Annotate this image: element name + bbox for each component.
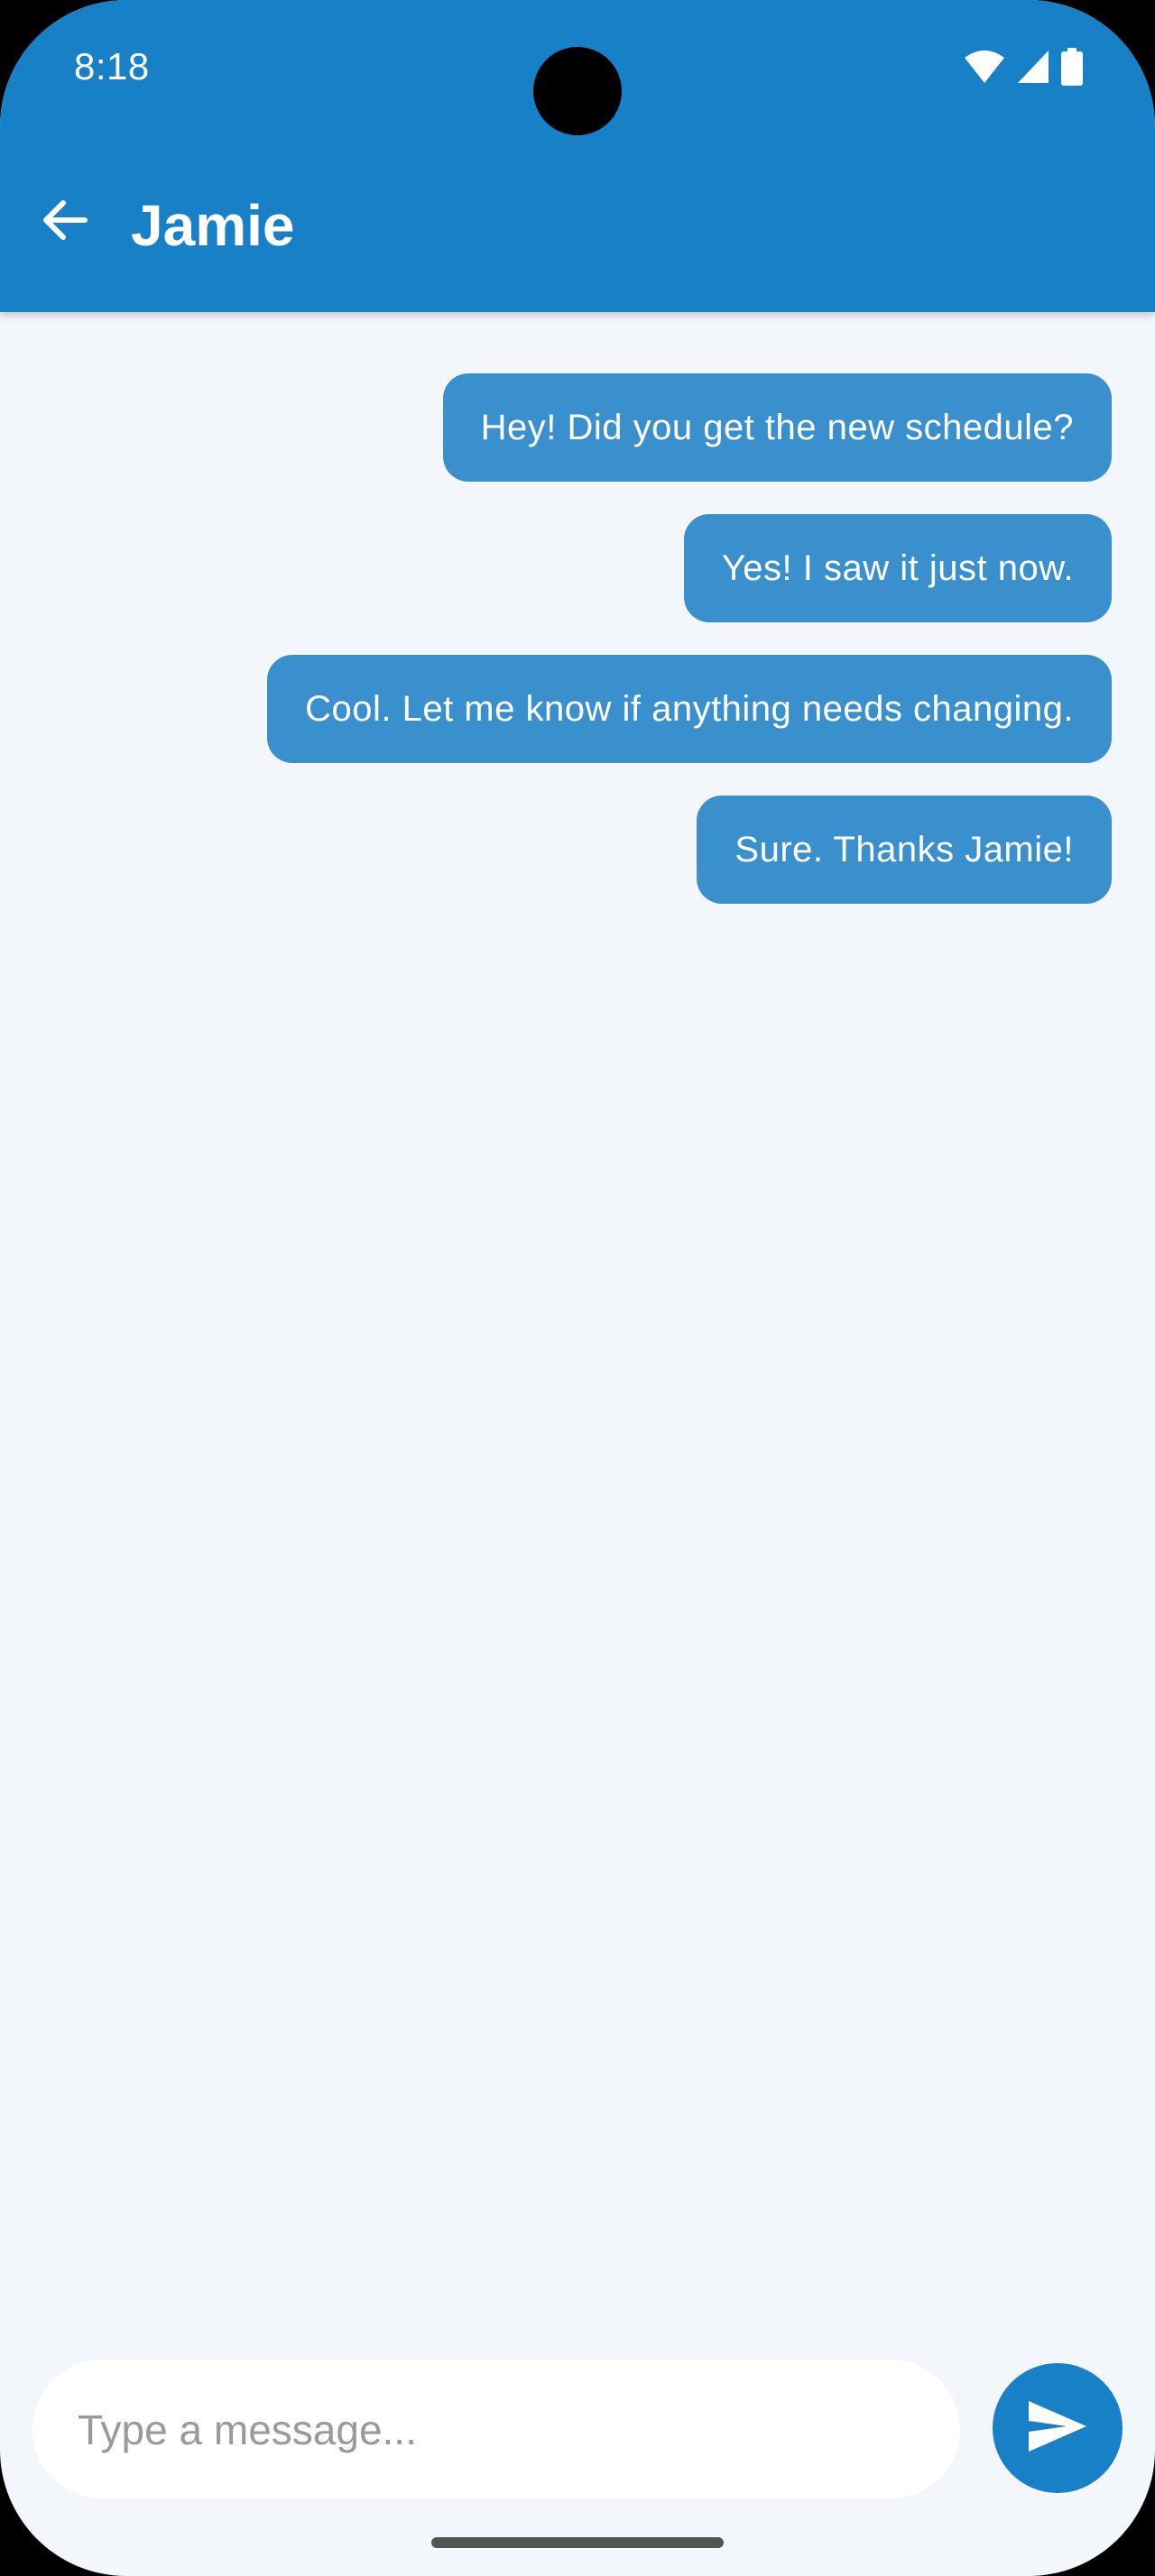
back-button[interactable] (32, 189, 97, 254)
chat-title: Jamie (131, 193, 295, 258)
phone-screen: 8:18 Jamie Hey! Did you get the new sche… (0, 0, 1155, 2576)
home-indicator[interactable] (431, 2537, 724, 2548)
wifi-icon (964, 49, 1005, 89)
arrow-left-icon (40, 195, 90, 250)
camera-cutout (533, 47, 622, 135)
send-icon (1027, 2399, 1088, 2458)
cellular-signal-icon (1016, 49, 1050, 89)
message-input[interactable] (76, 2360, 928, 2500)
battery-icon (1061, 47, 1083, 90)
message-list: Hey! Did you get the new schedule? Yes! … (267, 373, 1112, 904)
status-icons (964, 47, 1083, 90)
status-time: 8:18 (74, 45, 150, 87)
send-button[interactable] (993, 2363, 1123, 2493)
message-bubble: Sure. Thanks Jamie! (697, 796, 1112, 904)
message-bubble: Hey! Did you get the new schedule? (442, 373, 1112, 482)
message-composer (32, 2360, 960, 2500)
message-bubble: Cool. Let me know if anything needs chan… (267, 655, 1112, 763)
app-bar: 8:18 Jamie (0, 0, 1155, 312)
message-bubble: Yes! I saw it just now. (683, 514, 1112, 622)
